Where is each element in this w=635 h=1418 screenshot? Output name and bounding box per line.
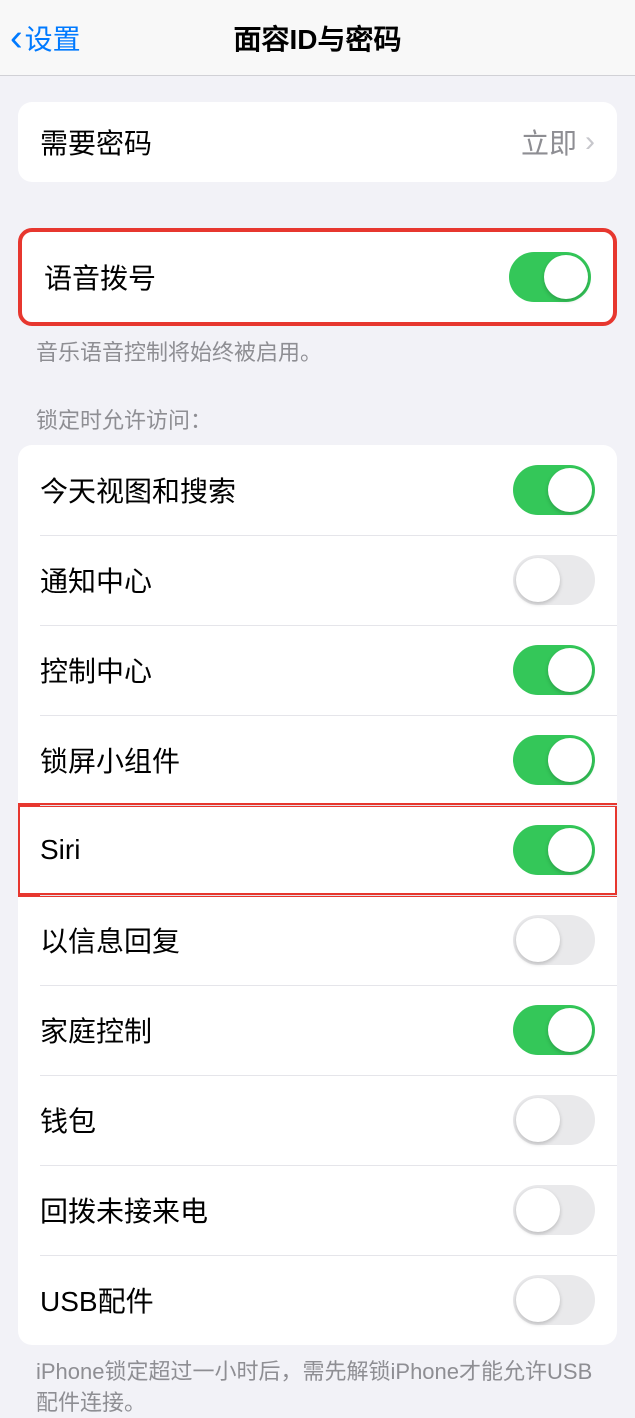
require-passcode-label: 需要密码 <box>40 122 152 162</box>
lock-item-toggle[interactable] <box>513 465 595 515</box>
lock-item-row: 回拨未接来电 <box>18 1165 617 1255</box>
voice-dial-footer: 音乐语音控制将始终被启用。 <box>0 326 635 369</box>
nav-header: ‹ 设置 面容ID与密码 <box>0 0 635 76</box>
voice-dial-group: 语音拨号 <box>18 228 617 326</box>
page-title: 面容ID与密码 <box>233 18 401 58</box>
lock-item-toggle[interactable] <box>513 915 595 965</box>
lock-item-row: 家庭控制 <box>18 985 617 1075</box>
lock-item-row: 锁屏小组件 <box>18 715 617 805</box>
row-value: 立即 › <box>521 122 595 162</box>
voice-dial-label: 语音拨号 <box>44 257 156 297</box>
chevron-left-icon: ‹ <box>10 19 23 57</box>
lock-item-row: 以信息回复 <box>18 895 617 985</box>
lock-item-row: Siri <box>18 805 617 895</box>
lock-item-label: 今天视图和搜索 <box>40 470 236 510</box>
lock-section-footer: iPhone锁定超过一小时后，需先解锁iPhone才能允许USB配件连接。 <box>0 1345 635 1418</box>
voice-dial-row: 语音拨号 <box>22 232 613 322</box>
lock-item-row: USB配件 <box>18 1255 617 1345</box>
lock-item-label: Siri <box>40 834 80 866</box>
lock-access-group: 今天视图和搜索通知中心控制中心锁屏小组件 Siri 以信息回复家庭控制钱包回拨未接来… <box>18 445 617 1345</box>
require-passcode-value: 立即 <box>521 122 577 162</box>
lock-item-row: 通知中心 <box>18 535 617 625</box>
lock-item-row: 钱包 <box>18 1075 617 1165</box>
lock-item-toggle[interactable] <box>513 1005 595 1055</box>
lock-item-label: 回拨未接来电 <box>40 1190 208 1230</box>
lock-item-label: 家庭控制 <box>40 1010 152 1050</box>
lock-item-label: 钱包 <box>40 1100 96 1140</box>
lock-item-label: 通知中心 <box>40 560 152 600</box>
lock-item-toggle[interactable] <box>513 1275 595 1325</box>
lock-item-toggle[interactable] <box>513 555 595 605</box>
lock-item-toggle[interactable] <box>513 645 595 695</box>
lock-item-toggle[interactable] <box>513 825 595 875</box>
chevron-right-icon: › <box>585 125 595 159</box>
lock-item-toggle[interactable] <box>513 1185 595 1235</box>
lock-item-toggle[interactable] <box>513 735 595 785</box>
back-label: 设置 <box>25 18 81 58</box>
lock-item-label: 以信息回复 <box>40 920 180 960</box>
require-passcode-row[interactable]: 需要密码 立即 › <box>18 102 617 182</box>
lock-item-row: 今天视图和搜索 <box>18 445 617 535</box>
passcode-group: 需要密码 立即 › <box>18 102 617 182</box>
back-button[interactable]: ‹ 设置 <box>0 18 81 58</box>
voice-dial-toggle[interactable] <box>509 252 591 302</box>
lock-item-label: 锁屏小组件 <box>40 740 180 780</box>
lock-section-header: 锁定时允许访问： <box>0 369 635 445</box>
lock-item-row: 控制中心 <box>18 625 617 715</box>
lock-item-label: 控制中心 <box>40 650 152 690</box>
lock-item-toggle[interactable] <box>513 1095 595 1145</box>
lock-item-label: USB配件 <box>40 1280 154 1320</box>
